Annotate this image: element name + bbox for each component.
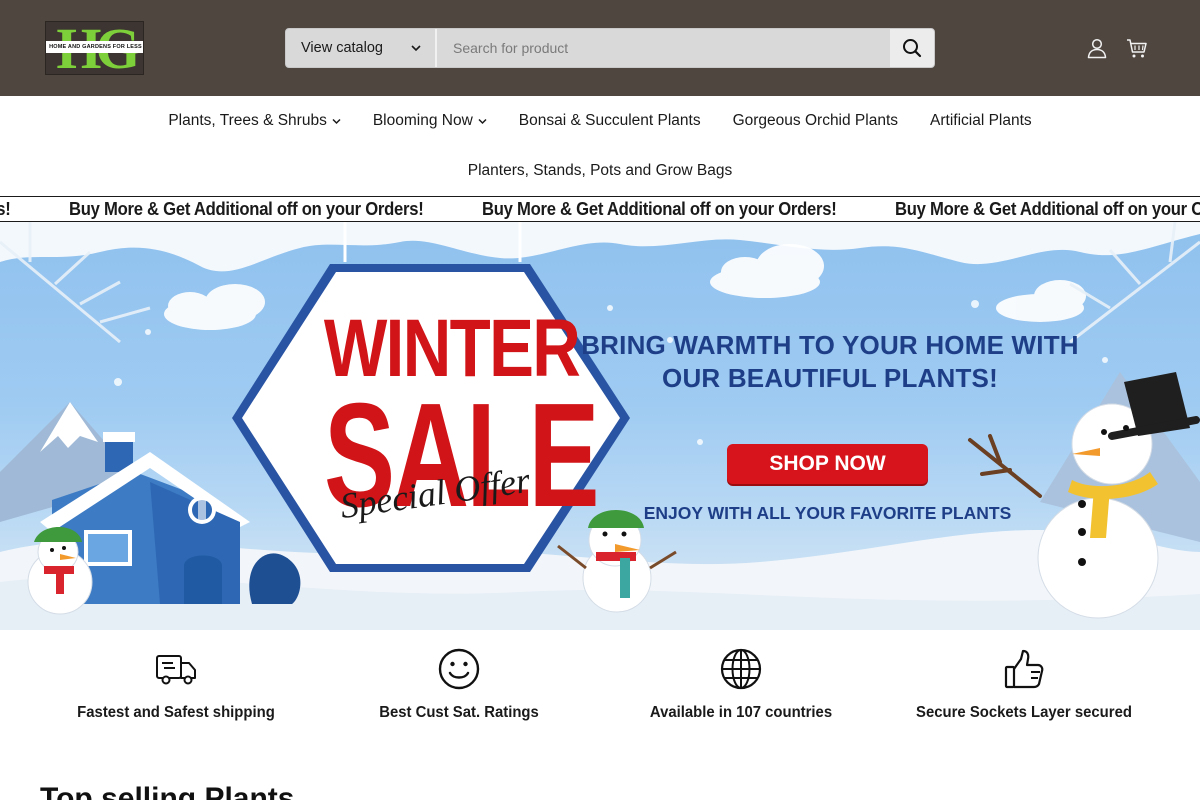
features-strip: Fastest and Safest shipping Best Cust Sa… — [0, 630, 1200, 750]
marquee-text: Buy More & Get Additional off on your Or… — [481, 198, 837, 219]
logo-tagline: HOME AND GARDENS FOR LESS — [46, 41, 143, 53]
feature-label: Available in 107 countries — [649, 704, 833, 721]
winter-sale-banner[interactable]: WINTER SALE Special Offer BRING WARMTH T… — [0, 222, 1200, 630]
nav-item-label: Artificial Plants — [930, 112, 1032, 129]
search-bar: View catalog — [285, 28, 935, 68]
promo-marquee: Buy More & Get Additional off on your Or… — [0, 196, 1200, 222]
feature-ssl: Secure Sockets Layer secured — [894, 648, 1154, 722]
account-icon — [1087, 38, 1107, 59]
marquee-track: Buy More & Get Additional off on your Or… — [0, 197, 1200, 221]
feature-label: Secure Sockets Layer secured — [916, 704, 1132, 721]
marquee-text: Buy More & Get Additional off on your Or… — [894, 198, 1200, 219]
chevron-down-icon — [478, 109, 487, 133]
truck-icon — [156, 655, 196, 685]
nav-item-artificial[interactable]: Artificial Plants — [930, 109, 1032, 133]
account-button[interactable] — [1085, 36, 1109, 60]
thumbs-up-icon — [1004, 649, 1044, 689]
nav-item-orchid[interactable]: Gorgeous Orchid Plants — [733, 109, 898, 133]
nav-item-label: Gorgeous Orchid Plants — [732, 112, 899, 129]
nav-item-blooming-now[interactable]: Blooming Now — [373, 109, 487, 133]
secondary-nav: Planters, Stands, Pots and Grow Bags — [0, 159, 1200, 183]
site-logo[interactable]: HG HOME AND GARDENS FOR LESS — [45, 21, 144, 75]
section-title: Top selling Plants — [40, 782, 295, 800]
marquee-text: Buy More & Get Additional off on your Or… — [68, 198, 424, 219]
cart-icon — [1127, 39, 1147, 58]
nav-item-label: Planters, Stands, Pots and Grow Bags — [467, 162, 733, 179]
nav-item-bonsai-succulent[interactable]: Bonsai & Succulent Plants — [519, 109, 701, 133]
feature-label: Fastest and Safest shipping — [77, 704, 275, 721]
banner-subtext: ENJOY WITH ALL YOUR FAVORITE PLANTS — [643, 503, 1012, 523]
nav-item-label: Bonsai & Succulent Plants — [518, 112, 701, 129]
nav-item-planters[interactable]: Planters, Stands, Pots and Grow Bags — [468, 159, 733, 183]
catalog-dropdown[interactable]: View catalog — [286, 29, 437, 67]
smiley-icon — [438, 648, 480, 690]
feature-label: Best Cust Sat. Ratings — [379, 704, 539, 721]
nav-item-label: Plants, Trees & Shrubs — [168, 112, 327, 129]
site-header: HG HOME AND GARDENS FOR LESS View catalo… — [0, 0, 1200, 96]
nav-item-plants-trees-shrubs[interactable]: Plants, Trees & Shrubs — [168, 109, 341, 133]
feature-countries: Available in 107 countries — [611, 648, 871, 722]
shop-now-button[interactable]: SHOP NOW — [727, 444, 928, 484]
banner-tagline: BRING WARMTH TO YOUR HOME WITH OUR BEAUT… — [581, 330, 1079, 393]
search-button[interactable] — [890, 29, 934, 67]
cart-button[interactable] — [1125, 36, 1149, 60]
globe-icon — [720, 648, 762, 690]
search-input[interactable] — [439, 29, 891, 67]
catalog-label: View catalog — [301, 40, 383, 56]
chevron-down-icon — [411, 29, 421, 67]
feature-ratings: Best Cust Sat. Ratings — [329, 648, 589, 722]
search-icon — [903, 39, 922, 58]
nav-item-label: Blooming Now — [372, 112, 473, 129]
main-nav: Plants, Trees & Shrubs Blooming Now Bons… — [0, 109, 1200, 133]
chevron-down-icon — [332, 109, 341, 133]
feature-shipping: Fastest and Safest shipping — [46, 648, 306, 722]
banner-illustration — [0, 222, 1200, 630]
